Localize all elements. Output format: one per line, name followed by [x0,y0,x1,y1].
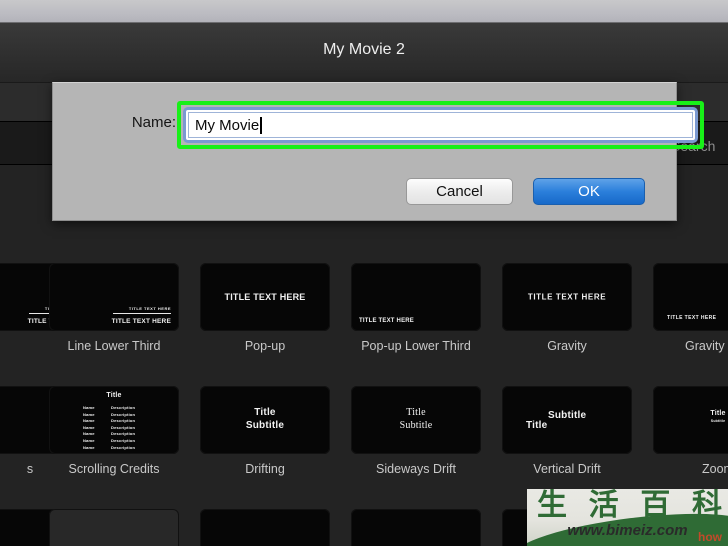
thumbnail-subtitle: Subtitle [399,420,433,431]
title-thumbnail[interactable]: Title Name Description Name Description Name D… [49,386,179,454]
title-grid-cell[interactable]: Title Subtitle Drifting [200,386,330,476]
thumbnail-subtitle: Subtitle [245,420,285,431]
thumbnail-credit-desc: Description [111,405,136,410]
title-grid-cell[interactable]: TITLE TEXT HERE Gravity Low [653,263,728,353]
title-grid-cell[interactable]: Title Name Description Name Description Name D… [49,386,179,476]
title-cell-label: Gravity [547,339,587,353]
title-grid-cell[interactable]: TITLE TEXT HERE Pop-up Lower Third [351,263,481,353]
thumbnail-credit-name: Name [83,418,95,424]
watermark-char-0: 生 [537,489,567,523]
thumbnail-title-main: TITLE TEXT HERE [359,318,415,324]
thumbnail-credit-desc: Description [111,431,136,437]
dialog-title: My Movie 2 [323,41,405,58]
text-caret [260,116,262,134]
thumbnail-title-main: TITLE TEXT HERE [667,315,717,321]
thumbnail-title-main: Title [254,407,276,418]
title-cell-label: Drifting [245,462,285,476]
title-thumbnail[interactable]: Title Subtitle [653,386,728,454]
thumbnail-credit-desc: Description [111,411,136,417]
title-grid-cell[interactable]: Title Subtitle Zoom [653,386,728,476]
thumbnail-title-main: Title [406,407,426,418]
thumbnail-title-main: TITLE TEXT HERE [111,318,171,325]
name-field-label: Name: [131,114,176,131]
thumbnail-credit-desc: Description [111,444,136,450]
watermark-char-1: 活 [588,489,619,523]
thumbnail-title-main: TITLE TEXT HERE [224,292,306,302]
thumbnail-credit-name: Name [83,438,95,443]
title-thumbnail[interactable]: TITLE TEXT HERE [200,263,330,331]
title-grid-cell[interactable]: Title Subtitle Vertical Drift [502,386,632,476]
watermark-logo-text: 生活百科 [537,489,722,523]
title-thumbnail[interactable] [200,509,330,546]
title-cell-label: Pop-up [244,339,286,353]
thumbnail-credit-desc: Description [111,438,136,443]
title-cell-label: Sideways Drift [376,462,456,476]
thumbnail-credit-name: Name [83,444,95,450]
title-cell-label: Gravity Low [685,339,728,353]
watermark: 生活百科 www.bimeiz.com how [527,489,728,546]
os-toolbar-strip [0,0,728,23]
title-thumbnail[interactable] [351,509,481,546]
thumbnail-subtitle: Subtitle [710,419,726,423]
watermark-ribbon-text: how [698,530,722,544]
thumbnail-subtitle: Subtitle [548,410,587,421]
title-grid-cell[interactable]: Title Subtitle Sideways Drift [351,386,481,476]
app-root: Search TITLE TEXT HERETITLE TEXT HERETIT… [0,0,728,546]
title-cell-label: Scrolling Credits [68,462,160,476]
title-thumbnail[interactable]: Title Subtitle [502,386,632,454]
thumbnail-title-small: TITLE TEXT HERE [128,306,171,311]
title-thumbnail[interactable]: TITLE TEXT HERE [351,263,481,331]
title-grid-cell[interactable]: TITLE TEXT HERE Gravity [502,263,632,353]
thumbnail-credit-name: Name [83,431,95,437]
title-grid-cell[interactable] [49,509,179,546]
title-thumbnail[interactable]: TITLE TEXT HERE TITLE TEXT HERE [49,263,179,331]
thumbnail-credit-desc: Description [111,424,136,430]
watermark-char-3: 科 [691,489,722,523]
title-grid-cell[interactable] [200,509,330,546]
thumbnail-title-main: Title [710,410,726,417]
thumbnail-credit-name: Name [83,411,95,417]
title-thumbnail[interactable] [49,509,179,546]
title-thumbnail[interactable]: TITLE TEXT HERE [653,263,728,331]
thumbnail-credit-name: Name [83,405,95,410]
title-thumbnail[interactable]: Title Subtitle [200,386,330,454]
title-cell-label: Zoom [702,462,728,476]
thumbnail-title-main: TITLE TEXT HERE [527,292,607,302]
ok-button[interactable]: OK [533,178,645,205]
title-grid-cell[interactable]: TITLE TEXT HERE Pop-up [200,263,330,353]
name-input[interactable]: My Movie [188,112,693,138]
title-thumbnail[interactable]: TITLE TEXT HERE [502,263,632,331]
thumbnail-rule [113,313,171,314]
name-input-value: My Movie [195,116,260,134]
cancel-button[interactable]: Cancel [406,178,513,205]
title-cell-label: Pop-up Lower Third [361,339,471,353]
title-cell-label: Vertical Drift [533,462,601,476]
title-grid-cell[interactable] [351,509,481,546]
rename-dialog: Name: My Movie Cancel OK [52,82,704,221]
watermark-char-2: 百 [640,489,671,523]
thumbnail-credit-desc: Description [111,418,136,424]
thumbnail-title-main: Title [526,420,548,431]
thumbnail-title-main: Title [106,392,122,399]
title-grid-cell[interactable]: TITLE TEXT HERE TITLE TEXT HERE Line Lower… [49,263,179,353]
title-cell-label: Line Lower Third [67,339,161,353]
thumbnail-credit-name: Name [83,424,95,430]
title-thumbnail[interactable]: Title Subtitle [351,386,481,454]
